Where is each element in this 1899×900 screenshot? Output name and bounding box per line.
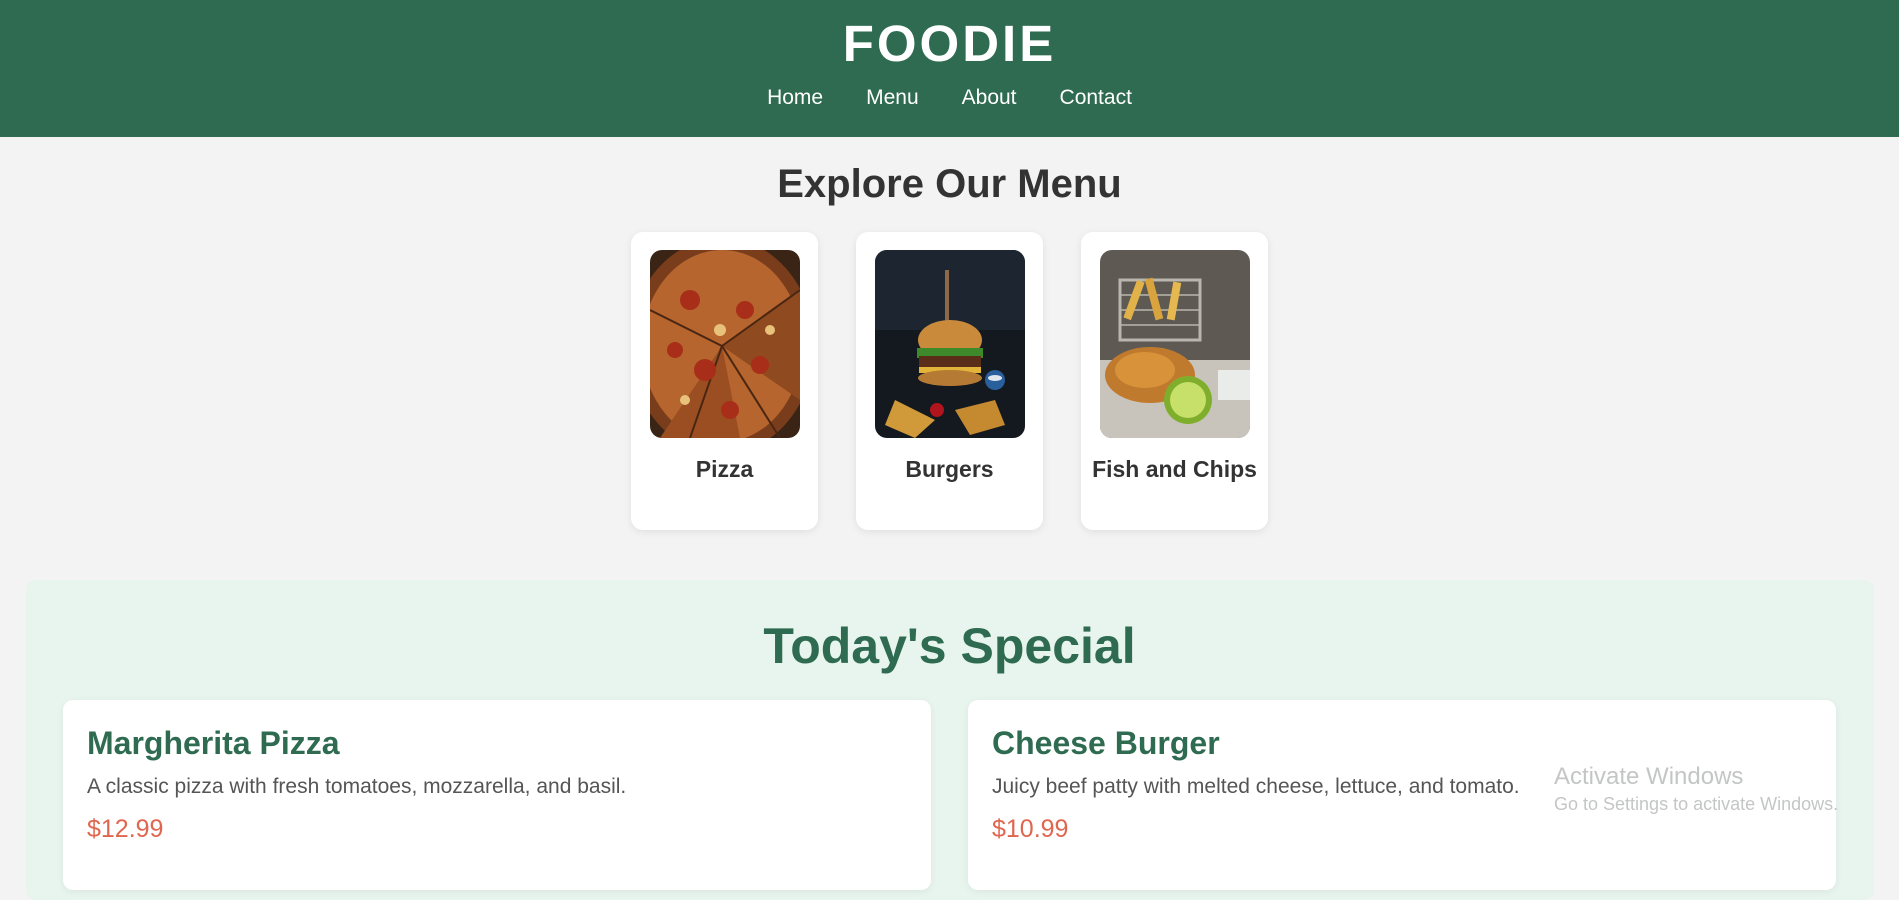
burger-image: [875, 250, 1025, 438]
special-item-card[interactable]: Margherita Pizza A classic pizza with fr…: [63, 700, 931, 890]
activate-windows-watermark: Activate Windows Go to Settings to activ…: [1554, 762, 1838, 816]
todays-special-title: Today's Special: [763, 618, 1136, 674]
special-item-description: A classic pizza with fresh tomatoes, moz…: [87, 775, 627, 798]
nav-about-link[interactable]: About: [962, 84, 1017, 112]
category-label-burgers: Burgers: [905, 456, 994, 482]
special-item-name: Cheese Burger: [992, 725, 1220, 761]
fish-and-chips-image: [1100, 250, 1250, 438]
special-item-price: $10.99: [992, 815, 1069, 843]
nav-menu-link[interactable]: Menu: [866, 84, 919, 112]
pizza-image: [650, 250, 800, 438]
category-label-pizza: Pizza: [695, 456, 754, 482]
nav-home-link[interactable]: Home: [767, 84, 823, 112]
menu-categories: Pizza Burgers Fish and Chips: [631, 232, 1268, 530]
category-label-fish-and-chips: Fish and Chips: [1092, 456, 1257, 482]
nav-contact-link[interactable]: Contact: [1060, 84, 1132, 112]
site-header: FOODIE Home Menu About Contact: [0, 0, 1899, 137]
category-card-pizza[interactable]: Pizza: [631, 232, 818, 530]
special-item-name: Margherita Pizza: [87, 725, 340, 761]
watermark-subtitle: Go to Settings to activate Windows.: [1554, 794, 1839, 814]
special-item-price: $12.99: [87, 815, 164, 843]
category-card-fish-and-chips[interactable]: Fish and Chips: [1081, 232, 1268, 530]
brand-logo[interactable]: FOODIE: [0, 14, 1899, 74]
special-item-description: Juicy beef patty with melted cheese, let…: [992, 775, 1520, 798]
category-card-burgers[interactable]: Burgers: [856, 232, 1043, 530]
menu-section-title: Explore Our Menu: [777, 162, 1122, 206]
main-nav: Home Menu About Contact: [0, 84, 1899, 112]
watermark-title: Activate Windows: [1554, 763, 1744, 790]
